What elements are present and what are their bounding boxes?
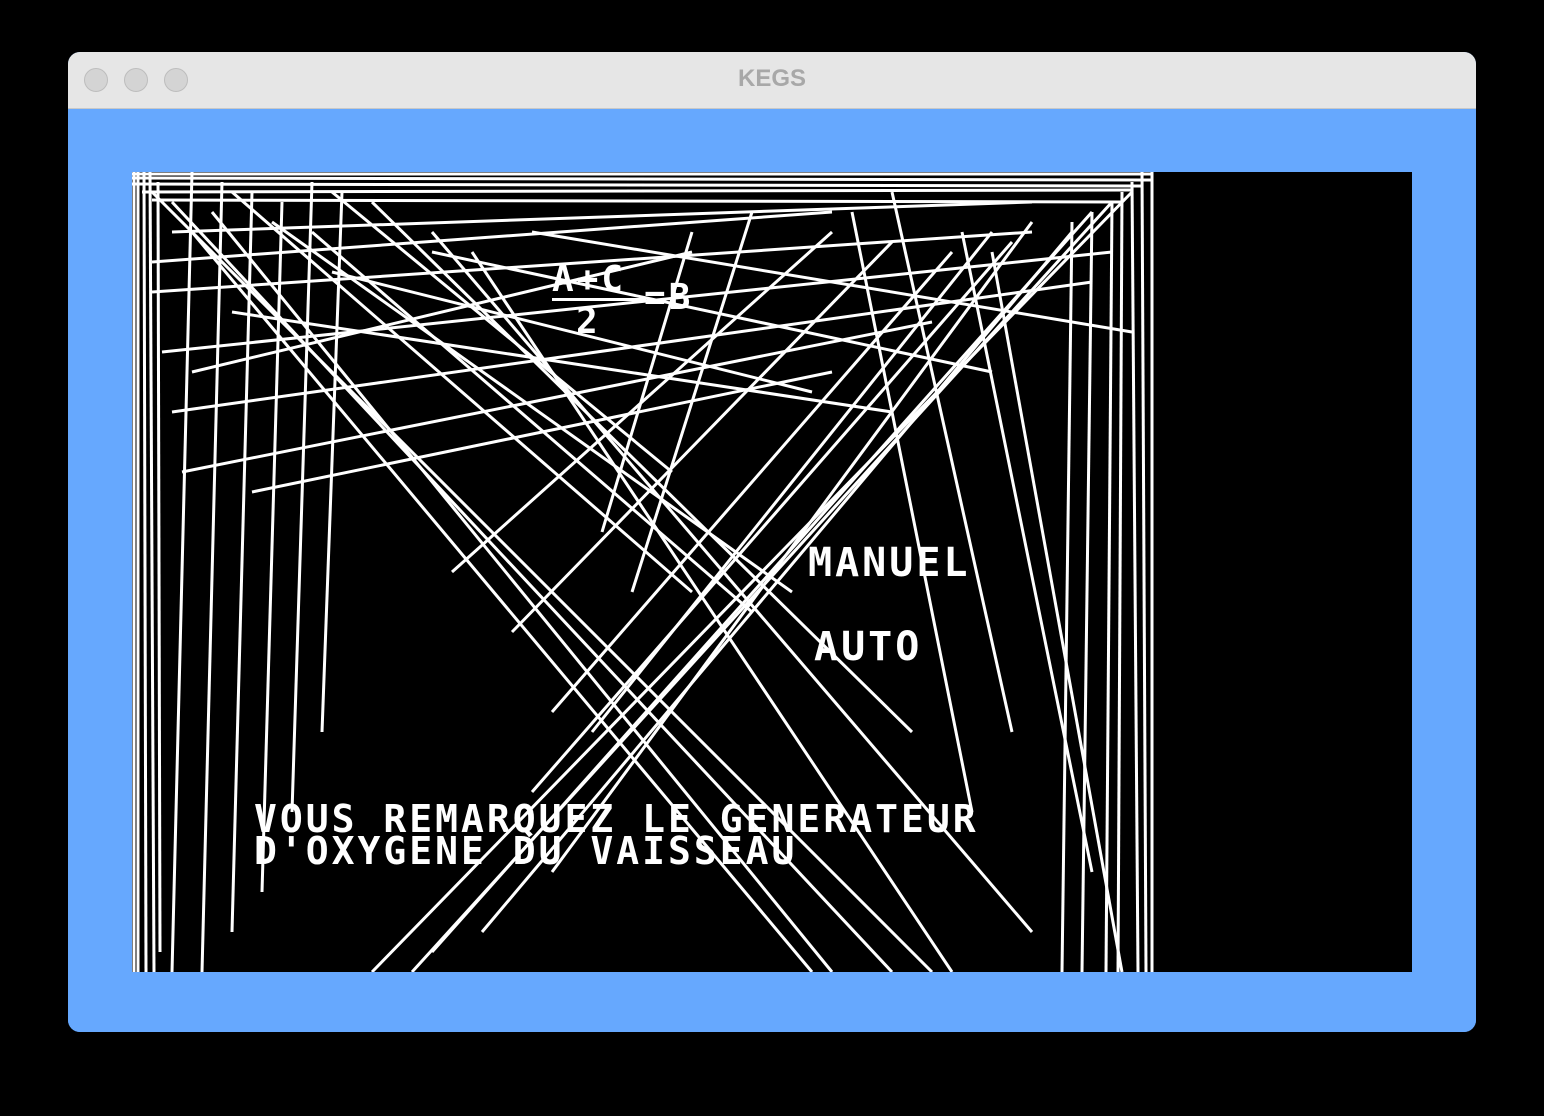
title-bar[interactable]: KEGS [68, 52, 1476, 109]
wireframe-line [170, 172, 194, 972]
wireframe-line [132, 176, 1153, 182]
wireframe-line [151, 198, 1123, 204]
message-line-2: D'OXYGENE DU VAISSEAU [254, 829, 798, 873]
wireframe-line [960, 231, 1094, 873]
formula-denominator: 2 [576, 301, 601, 342]
wireframe-line [1060, 221, 1074, 972]
wireframe-line [141, 188, 1133, 194]
wireframe-line [1104, 201, 1114, 972]
wireframe-line [1140, 172, 1148, 972]
wireframe-line [251, 370, 833, 494]
wireframe-line [142, 172, 148, 972]
wireframe-line [331, 190, 673, 474]
option-auto[interactable]: AUTO [814, 627, 922, 667]
emulator-window: KEGS A+C 2 =B MANUEL AUTO VOUS REMARQUEZ… [68, 52, 1476, 1032]
wireframe-line [230, 191, 254, 933]
wireframe-line [200, 181, 224, 972]
option-manuel[interactable]: MANUEL [808, 543, 971, 583]
emulator-screen[interactable]: A+C 2 =B MANUEL AUTO VOUS REMARQUEZ LE G… [132, 172, 1412, 972]
wireframe-line [1116, 191, 1124, 972]
wireframe-line [990, 251, 1124, 972]
wireframe-line [156, 181, 162, 953]
formula-numerator: A+C [552, 259, 627, 300]
emulator-border: A+C 2 =B MANUEL AUTO VOUS REMARQUEZ LE G… [68, 109, 1476, 1032]
window-title: KEGS [737, 65, 806, 92]
wireframe-line [1130, 181, 1140, 972]
wireframe-line [290, 181, 314, 813]
wireframe-line [132, 182, 1143, 188]
formula-result: =B [644, 277, 694, 318]
